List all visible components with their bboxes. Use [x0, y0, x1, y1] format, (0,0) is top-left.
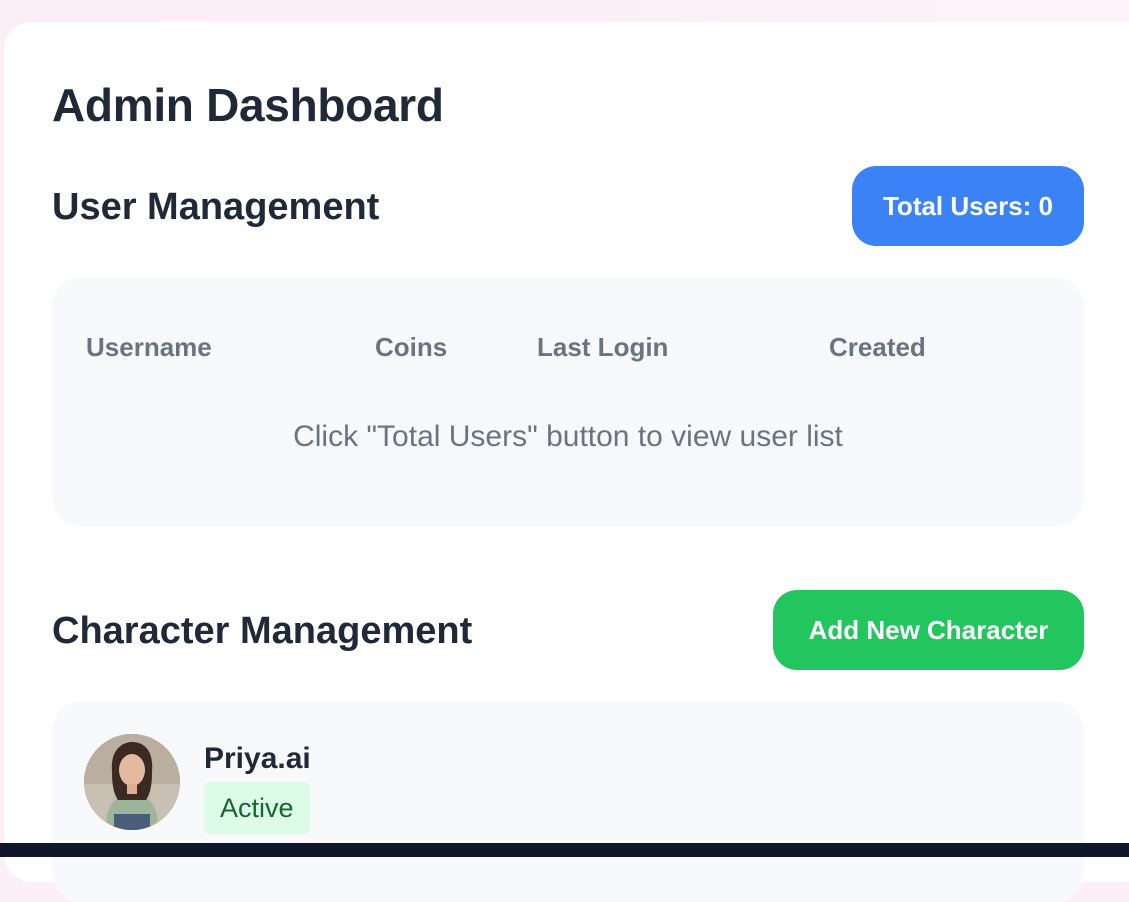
status-badge: Active — [204, 782, 310, 834]
total-users-button[interactable]: Total Users: 0 — [852, 166, 1084, 246]
character-portrait-image — [84, 734, 180, 830]
column-header-created: Created — [829, 332, 926, 362]
character-name: Priya.ai — [204, 742, 311, 775]
character-management-title: Character Management — [52, 610, 473, 652]
bottom-bar — [0, 843, 1129, 857]
user-list-empty-message: Click "Total Users" button to view user … — [293, 420, 843, 453]
add-new-character-button[interactable]: Add New Character — [773, 590, 1084, 670]
page-title: Admin Dashboard — [52, 79, 444, 131]
character-card[interactable]: Priya.ai Active — [52, 702, 1084, 902]
column-header-coins: Coins — [375, 332, 448, 362]
character-avatar — [84, 734, 180, 830]
column-header-username: Username — [86, 332, 212, 362]
column-header-last-login: Last Login — [537, 332, 669, 362]
user-table: Username Coins Last Login Created Click … — [52, 278, 1084, 526]
user-management-title: User Management — [52, 186, 380, 228]
